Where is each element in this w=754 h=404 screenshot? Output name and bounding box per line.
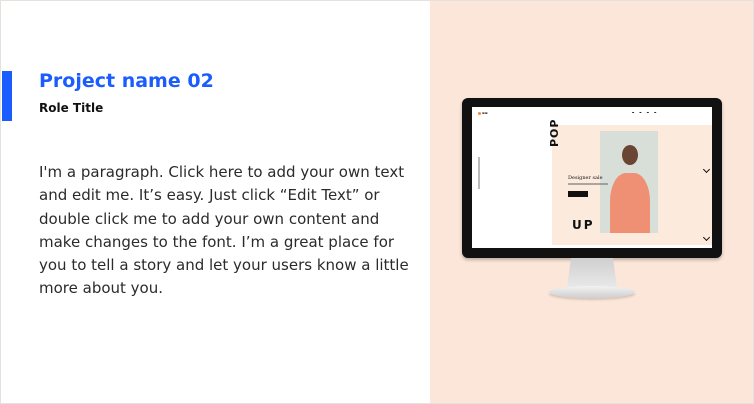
screen-headline: Designer sale — [568, 175, 603, 181]
model-figure — [610, 173, 650, 233]
accent-bar — [2, 71, 12, 121]
monitor-stand-base — [549, 286, 635, 298]
screen-nav-item: ▬ — [632, 111, 635, 114]
screen-nav-item: ▬ — [639, 111, 642, 114]
screen-hero-pop: POP — [548, 118, 561, 147]
screen-nav: ▬ ▬ ▬ ▬ — [632, 111, 657, 114]
text-panel: Project name 02 Role Title I'm a paragra… — [1, 1, 430, 403]
monitor-mockup[interactable]: ▬▬ ▬ ▬ ▬ ▬ POP UP Designer sale — [462, 98, 722, 258]
description-paragraph[interactable]: I'm a paragraph. Click here to add your … — [39, 161, 419, 301]
screen-shop-button — [568, 191, 588, 197]
model-head — [622, 145, 638, 165]
screen-nav-item: ▬ — [646, 111, 650, 114]
monitor-stand-neck — [567, 258, 617, 288]
project-card: Project name 02 Role Title I'm a paragra… — [0, 0, 754, 404]
screen-subtext — [568, 183, 608, 185]
website-screenshot: ▬▬ ▬ ▬ ▬ ▬ POP UP Designer sale — [472, 107, 712, 248]
screen-side-text — [478, 157, 480, 189]
screen-nav-item: ▬ — [654, 111, 657, 114]
screen-model-photo — [600, 131, 658, 233]
screen-hero-up: UP — [572, 218, 595, 232]
role-title[interactable]: Role Title — [39, 101, 103, 115]
screen-header: ▬▬ ▬ ▬ ▬ ▬ — [472, 107, 712, 121]
screen-logo: ▬▬ — [478, 111, 488, 115]
project-title[interactable]: Project name 02 — [39, 70, 214, 92]
